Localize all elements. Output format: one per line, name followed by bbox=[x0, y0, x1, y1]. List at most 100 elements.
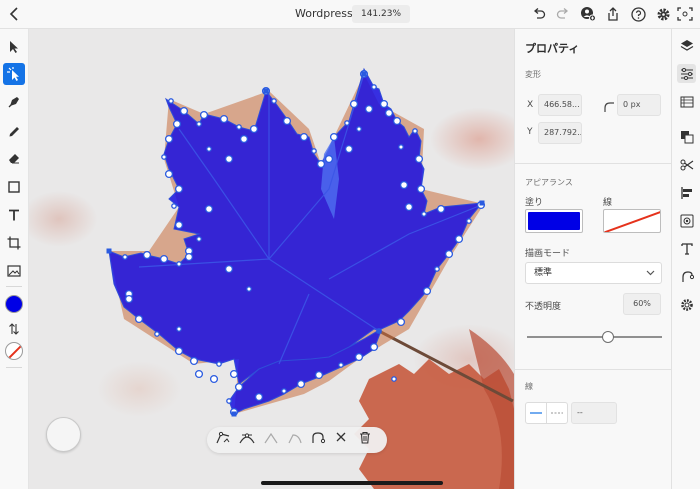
anchor-point[interactable] bbox=[454, 234, 464, 244]
corner-anchor-point[interactable] bbox=[479, 200, 485, 206]
anchor-point[interactable] bbox=[164, 169, 174, 179]
touch-modifier-button[interactable] bbox=[46, 417, 81, 452]
back-icon[interactable] bbox=[8, 6, 22, 22]
anchor-corner-icon[interactable] bbox=[263, 431, 281, 449]
anchor-point[interactable] bbox=[349, 99, 359, 109]
anchor-point[interactable] bbox=[196, 121, 202, 127]
anchor-point[interactable] bbox=[316, 159, 326, 169]
text-tool-icon[interactable] bbox=[3, 204, 25, 226]
anchor-point[interactable] bbox=[246, 286, 252, 292]
select-tool-icon[interactable] bbox=[3, 36, 25, 58]
share-icon[interactable] bbox=[605, 6, 621, 22]
anchor-point[interactable] bbox=[369, 342, 379, 352]
anchor-point[interactable] bbox=[344, 120, 350, 126]
anchor-point[interactable] bbox=[199, 110, 209, 120]
artwork[interactable] bbox=[29, 29, 514, 489]
export-icon[interactable] bbox=[677, 211, 696, 230]
shape-tool-icon[interactable] bbox=[3, 176, 25, 198]
settings-icon[interactable] bbox=[677, 295, 696, 314]
stroke-color-swatch[interactable] bbox=[5, 342, 23, 360]
x-input[interactable]: 466.58... bbox=[538, 94, 582, 116]
corner-anchor-point[interactable] bbox=[231, 411, 237, 417]
anchor-point[interactable] bbox=[174, 184, 184, 194]
anchor-point[interactable] bbox=[196, 236, 202, 242]
anchor-point[interactable] bbox=[176, 326, 182, 332]
pencil-tool-icon[interactable] bbox=[3, 119, 25, 141]
properties-icon[interactable] bbox=[677, 64, 696, 83]
anchor-convert-icon[interactable] bbox=[215, 431, 233, 449]
anchor-point[interactable] bbox=[398, 144, 404, 150]
anchor-point[interactable] bbox=[254, 392, 264, 402]
y-input[interactable]: 287.792... bbox=[538, 122, 582, 144]
anchor-point[interactable] bbox=[271, 98, 277, 104]
anchor-point[interactable] bbox=[174, 220, 184, 230]
anchor-point[interactable] bbox=[134, 314, 144, 324]
anchor-point[interactable] bbox=[311, 148, 317, 154]
scissors-icon[interactable] bbox=[677, 155, 696, 174]
anchor-point[interactable] bbox=[391, 376, 397, 382]
anchor-point[interactable] bbox=[161, 154, 167, 160]
opacity-slider-track[interactable] bbox=[527, 336, 662, 338]
anchor-point[interactable] bbox=[324, 154, 334, 164]
anchor-point[interactable] bbox=[189, 356, 199, 366]
anchor-point[interactable] bbox=[172, 119, 182, 129]
anchor-point[interactable] bbox=[154, 331, 160, 337]
canvas[interactable] bbox=[29, 29, 514, 489]
align-icon[interactable] bbox=[677, 183, 696, 202]
stroke-solid-button[interactable] bbox=[525, 402, 547, 424]
delete-icon[interactable] bbox=[359, 431, 377, 449]
anchor-point[interactable] bbox=[234, 382, 244, 392]
redo-icon[interactable] bbox=[555, 6, 571, 22]
add-user-icon[interactable] bbox=[580, 6, 596, 22]
anchor-point[interactable] bbox=[174, 346, 184, 356]
corner-anchor-point[interactable] bbox=[263, 88, 269, 94]
anchor-point[interactable] bbox=[421, 211, 427, 217]
image-tool-icon[interactable] bbox=[3, 260, 25, 282]
anchor-point[interactable] bbox=[412, 128, 418, 134]
anchor-point[interactable] bbox=[168, 98, 174, 104]
stroke-dashed-button[interactable] bbox=[546, 402, 568, 424]
anchor-point[interactable] bbox=[422, 286, 432, 296]
anchor-point[interactable] bbox=[396, 317, 406, 327]
anchor-point[interactable] bbox=[314, 370, 324, 380]
anchor-point[interactable] bbox=[436, 204, 446, 214]
anchor-point[interactable] bbox=[371, 84, 377, 90]
repeat-icon[interactable] bbox=[677, 267, 696, 286]
stroke-weight-input[interactable]: -- bbox=[571, 402, 617, 424]
eraser-tool-icon[interactable] bbox=[3, 147, 25, 169]
corner-anchor-point[interactable] bbox=[106, 248, 112, 254]
anchor-point[interactable] bbox=[329, 132, 339, 142]
anchor-point[interactable] bbox=[392, 116, 402, 126]
anchor-point[interactable] bbox=[122, 254, 128, 260]
anchor-point[interactable] bbox=[281, 388, 287, 394]
anchor-point[interactable] bbox=[164, 134, 174, 144]
anchor-point[interactable] bbox=[142, 250, 152, 260]
anchor-point[interactable] bbox=[194, 369, 204, 379]
pen-tool-icon[interactable] bbox=[3, 91, 25, 113]
anchor-point[interactable] bbox=[379, 99, 389, 109]
undo-icon[interactable] bbox=[531, 6, 547, 22]
document-title[interactable]: Wordpress bbox=[295, 7, 353, 20]
arrange-icon[interactable] bbox=[677, 127, 696, 146]
anchor-point[interactable] bbox=[226, 398, 232, 404]
anchor-point[interactable] bbox=[224, 154, 234, 164]
anchor-point[interactable] bbox=[179, 106, 189, 116]
anchor-point[interactable] bbox=[296, 379, 306, 389]
anchor-point[interactable] bbox=[356, 126, 362, 132]
direct-select-tool-icon[interactable] bbox=[3, 63, 25, 85]
anchor-point[interactable] bbox=[204, 204, 214, 214]
stroke-color-well[interactable] bbox=[603, 209, 661, 233]
anchor-point[interactable] bbox=[216, 361, 222, 367]
zoom-level[interactable]: 141.23% bbox=[352, 5, 410, 23]
anchor-point[interactable] bbox=[124, 294, 134, 304]
anchor-point[interactable] bbox=[354, 352, 364, 362]
fill-color-swatch[interactable] bbox=[5, 295, 23, 313]
join-path-icon[interactable] bbox=[311, 431, 329, 449]
anchor-point[interactable] bbox=[219, 114, 229, 124]
anchor-point[interactable] bbox=[299, 132, 309, 142]
opacity-input[interactable]: 60% bbox=[623, 293, 661, 315]
anchor-point[interactable] bbox=[434, 266, 440, 272]
anchor-point[interactable] bbox=[176, 261, 182, 267]
anchor-point[interactable] bbox=[399, 180, 409, 190]
character-style-icon[interactable] bbox=[677, 92, 696, 111]
